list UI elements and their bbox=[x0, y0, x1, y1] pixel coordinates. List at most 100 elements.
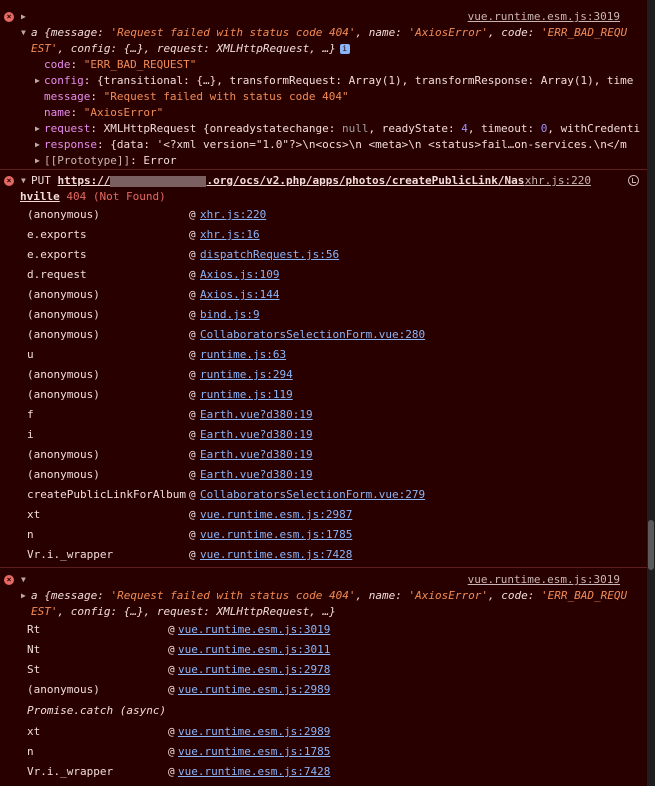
prop-key: name bbox=[44, 106, 71, 119]
stack-source-link[interactable]: vue.runtime.esm.js:7428 bbox=[178, 762, 330, 782]
info-icon[interactable]: i bbox=[339, 44, 350, 54]
collapse-arrow-icon[interactable]: ▶ bbox=[21, 9, 26, 25]
prop-value: {data: '<?xml version="1.0"?>\n<ocs>\n <… bbox=[110, 138, 627, 151]
stack-frame: (anonymous) @ runtime.js:119 bbox=[0, 385, 647, 405]
prop-key: [[Prototype]] bbox=[44, 154, 131, 167]
at-sign: @ bbox=[189, 388, 196, 401]
stack-source-link[interactable]: Axios.js:144 bbox=[200, 285, 279, 305]
url-part: ville bbox=[26, 190, 60, 203]
stack-source-link[interactable]: vue.runtime.esm.js:2987 bbox=[200, 505, 352, 525]
stack-frame: Vr.i._wrapper @ vue.runtime.esm.js:7428 bbox=[0, 762, 647, 782]
at-sign: @ bbox=[189, 488, 196, 501]
expand-arrow-icon[interactable]: ▶ bbox=[35, 153, 40, 169]
prop-value: "ERR_BAD_REQUEST" bbox=[83, 58, 197, 71]
stack-frame: St @ vue.runtime.esm.js:2978 bbox=[0, 660, 647, 680]
stack-function-name: (anonymous) bbox=[27, 368, 100, 381]
replay-request-icon[interactable] bbox=[628, 175, 639, 186]
stack-frame: Rt @ vue.runtime.esm.js:3019 bbox=[0, 620, 647, 640]
stack-frame: n @ vue.runtime.esm.js:1785 bbox=[0, 525, 647, 545]
stack-source-link[interactable]: vue.runtime.esm.js:1785 bbox=[200, 525, 352, 545]
stack-source-link[interactable]: vue.runtime.esm.js:2978 bbox=[178, 660, 330, 680]
source-link[interactable]: vue.runtime.esm.js:3019 bbox=[468, 9, 620, 25]
at-sign: @ bbox=[189, 208, 196, 221]
stack-function-name: f bbox=[27, 408, 34, 421]
stack-function-name: xt bbox=[27, 508, 41, 521]
object-summary-row[interactable]: ▶ a {message: 'Request failed with statu… bbox=[0, 588, 647, 604]
stack-frame: (anonymous) @ CollaboratorsSelectionForm.v… bbox=[0, 325, 647, 345]
at-sign: @ bbox=[168, 663, 175, 676]
stack-source-link[interactable]: xhr.js:220 bbox=[200, 205, 266, 225]
at-sign: @ bbox=[189, 288, 196, 301]
stack-source-link[interactable]: vue.runtime.esm.js:3011 bbox=[178, 640, 330, 660]
at-sign: @ bbox=[189, 348, 196, 361]
prop-prototype[interactable]: ▶ [[Prototype]]: Error bbox=[0, 153, 647, 169]
stack-source-link[interactable]: Earth.vue?d380:19 bbox=[200, 445, 313, 465]
http-method: PUT bbox=[31, 174, 51, 187]
console-scrollbar[interactable] bbox=[647, 0, 655, 786]
stack-frame: Vr.i._wrapper @ vue.runtime.esm.js:7428 bbox=[0, 545, 647, 565]
error-icon: × bbox=[4, 176, 14, 186]
expand-arrow-icon[interactable]: ▼ bbox=[21, 25, 26, 41]
stack-source-link[interactable]: vue.runtime.esm.js:7428 bbox=[200, 545, 352, 565]
stack-source-link[interactable]: runtime.js:119 bbox=[200, 385, 293, 405]
expand-arrow-icon[interactable]: ▼ bbox=[21, 572, 26, 588]
stack-source-link[interactable]: vue.runtime.esm.js:2989 bbox=[178, 722, 330, 742]
scrollbar-thumb[interactable] bbox=[648, 520, 654, 570]
at-sign: @ bbox=[189, 468, 196, 481]
http-status: 404 (Not Found) bbox=[66, 190, 166, 203]
summary-key: code bbox=[501, 26, 528, 39]
prop-key: message bbox=[44, 90, 91, 103]
at-sign: @ bbox=[168, 683, 175, 696]
stack-function-name: e.exports bbox=[27, 228, 87, 241]
prop-response[interactable]: ▶ response: {data: '<?xml version="1.0"?… bbox=[0, 137, 647, 153]
stack-source-link[interactable]: Earth.vue?d380:19 bbox=[200, 405, 313, 425]
stack-source-link[interactable]: vue.runtime.esm.js:2989 bbox=[178, 680, 330, 700]
stack-source-link[interactable]: runtime.js:63 bbox=[200, 345, 286, 365]
at-sign: @ bbox=[189, 368, 196, 381]
stack-function-name: (anonymous) bbox=[27, 448, 100, 461]
at-sign: @ bbox=[189, 408, 196, 421]
expand-arrow-icon[interactable]: ▶ bbox=[35, 121, 40, 137]
stack-source-link[interactable]: Earth.vue?d380:19 bbox=[200, 465, 313, 485]
stack-source-link[interactable]: xhr.js:16 bbox=[200, 225, 260, 245]
console-error-message-axios: × ▶ vue.runtime.esm.js:3019 ▼ a {message… bbox=[0, 0, 647, 170]
at-sign: @ bbox=[168, 643, 175, 656]
url-part: https:// bbox=[57, 174, 111, 187]
prop-config[interactable]: ▶ config: {transitional: {…}, transformR… bbox=[0, 73, 647, 89]
at-sign: @ bbox=[189, 248, 196, 261]
stack-source-link[interactable]: vue.runtime.esm.js:3019 bbox=[178, 620, 330, 640]
stack-frame: xt @ vue.runtime.esm.js:2989 bbox=[0, 722, 647, 742]
prop-message: message: "Request failed with status cod… bbox=[44, 90, 349, 103]
summary-value: 'ERR_BAD_REQU bbox=[541, 26, 628, 39]
source-link[interactable]: xhr.js:220 bbox=[525, 173, 591, 189]
at-sign: @ bbox=[168, 623, 175, 636]
stack-function-name: (anonymous) bbox=[27, 388, 100, 401]
collapse-arrow-icon[interactable]: ▶ bbox=[21, 588, 26, 604]
stack-source-link[interactable]: runtime.js:294 bbox=[200, 365, 293, 385]
stack-function-name: Vr.i._wrapper bbox=[27, 548, 114, 561]
prop-value: , timeout: bbox=[467, 122, 541, 135]
prop-key: response bbox=[44, 138, 97, 151]
stack-function-name: d.request bbox=[27, 268, 87, 281]
stack-function-name: n bbox=[27, 528, 34, 541]
object-summary-row[interactable]: ▼ a {message: 'Request failed with statu… bbox=[0, 25, 647, 41]
stack-source-link[interactable]: Earth.vue?d380:19 bbox=[200, 425, 313, 445]
stack-source-link[interactable]: bind.js:9 bbox=[200, 305, 260, 325]
at-sign: @ bbox=[189, 528, 196, 541]
stack-frame: (anonymous) @ vue.runtime.esm.js:2989 bbox=[0, 680, 647, 700]
summary-tail: …} bbox=[322, 605, 336, 618]
message-header-row: × ▼ vue.runtime.esm.js:3019 bbox=[0, 572, 647, 588]
expand-arrow-icon[interactable]: ▶ bbox=[35, 73, 40, 89]
prop-request[interactable]: ▶ request: XMLHttpRequest {onreadystatec… bbox=[0, 121, 647, 137]
source-link[interactable]: vue.runtime.esm.js:3019 bbox=[468, 572, 620, 588]
at-sign: @ bbox=[189, 448, 196, 461]
stack-function-name: xt bbox=[27, 725, 41, 738]
stack-source-link[interactable]: Axios.js:109 bbox=[200, 265, 279, 285]
stack-source-link[interactable]: dispatchRequest.js:56 bbox=[200, 245, 339, 265]
stack-function-name: Vr.i._wrapper bbox=[27, 765, 114, 778]
stack-source-link[interactable]: CollaboratorsSelectionForm.vue:280 bbox=[200, 325, 425, 345]
stack-source-link[interactable]: CollaboratorsSelectionForm.vue:279 bbox=[200, 485, 425, 505]
stack-source-link[interactable]: vue.runtime.esm.js:1785 bbox=[178, 742, 330, 762]
expand-arrow-icon[interactable]: ▶ bbox=[35, 137, 40, 153]
stack-frame: e.exports @ xhr.js:16 bbox=[0, 225, 647, 245]
